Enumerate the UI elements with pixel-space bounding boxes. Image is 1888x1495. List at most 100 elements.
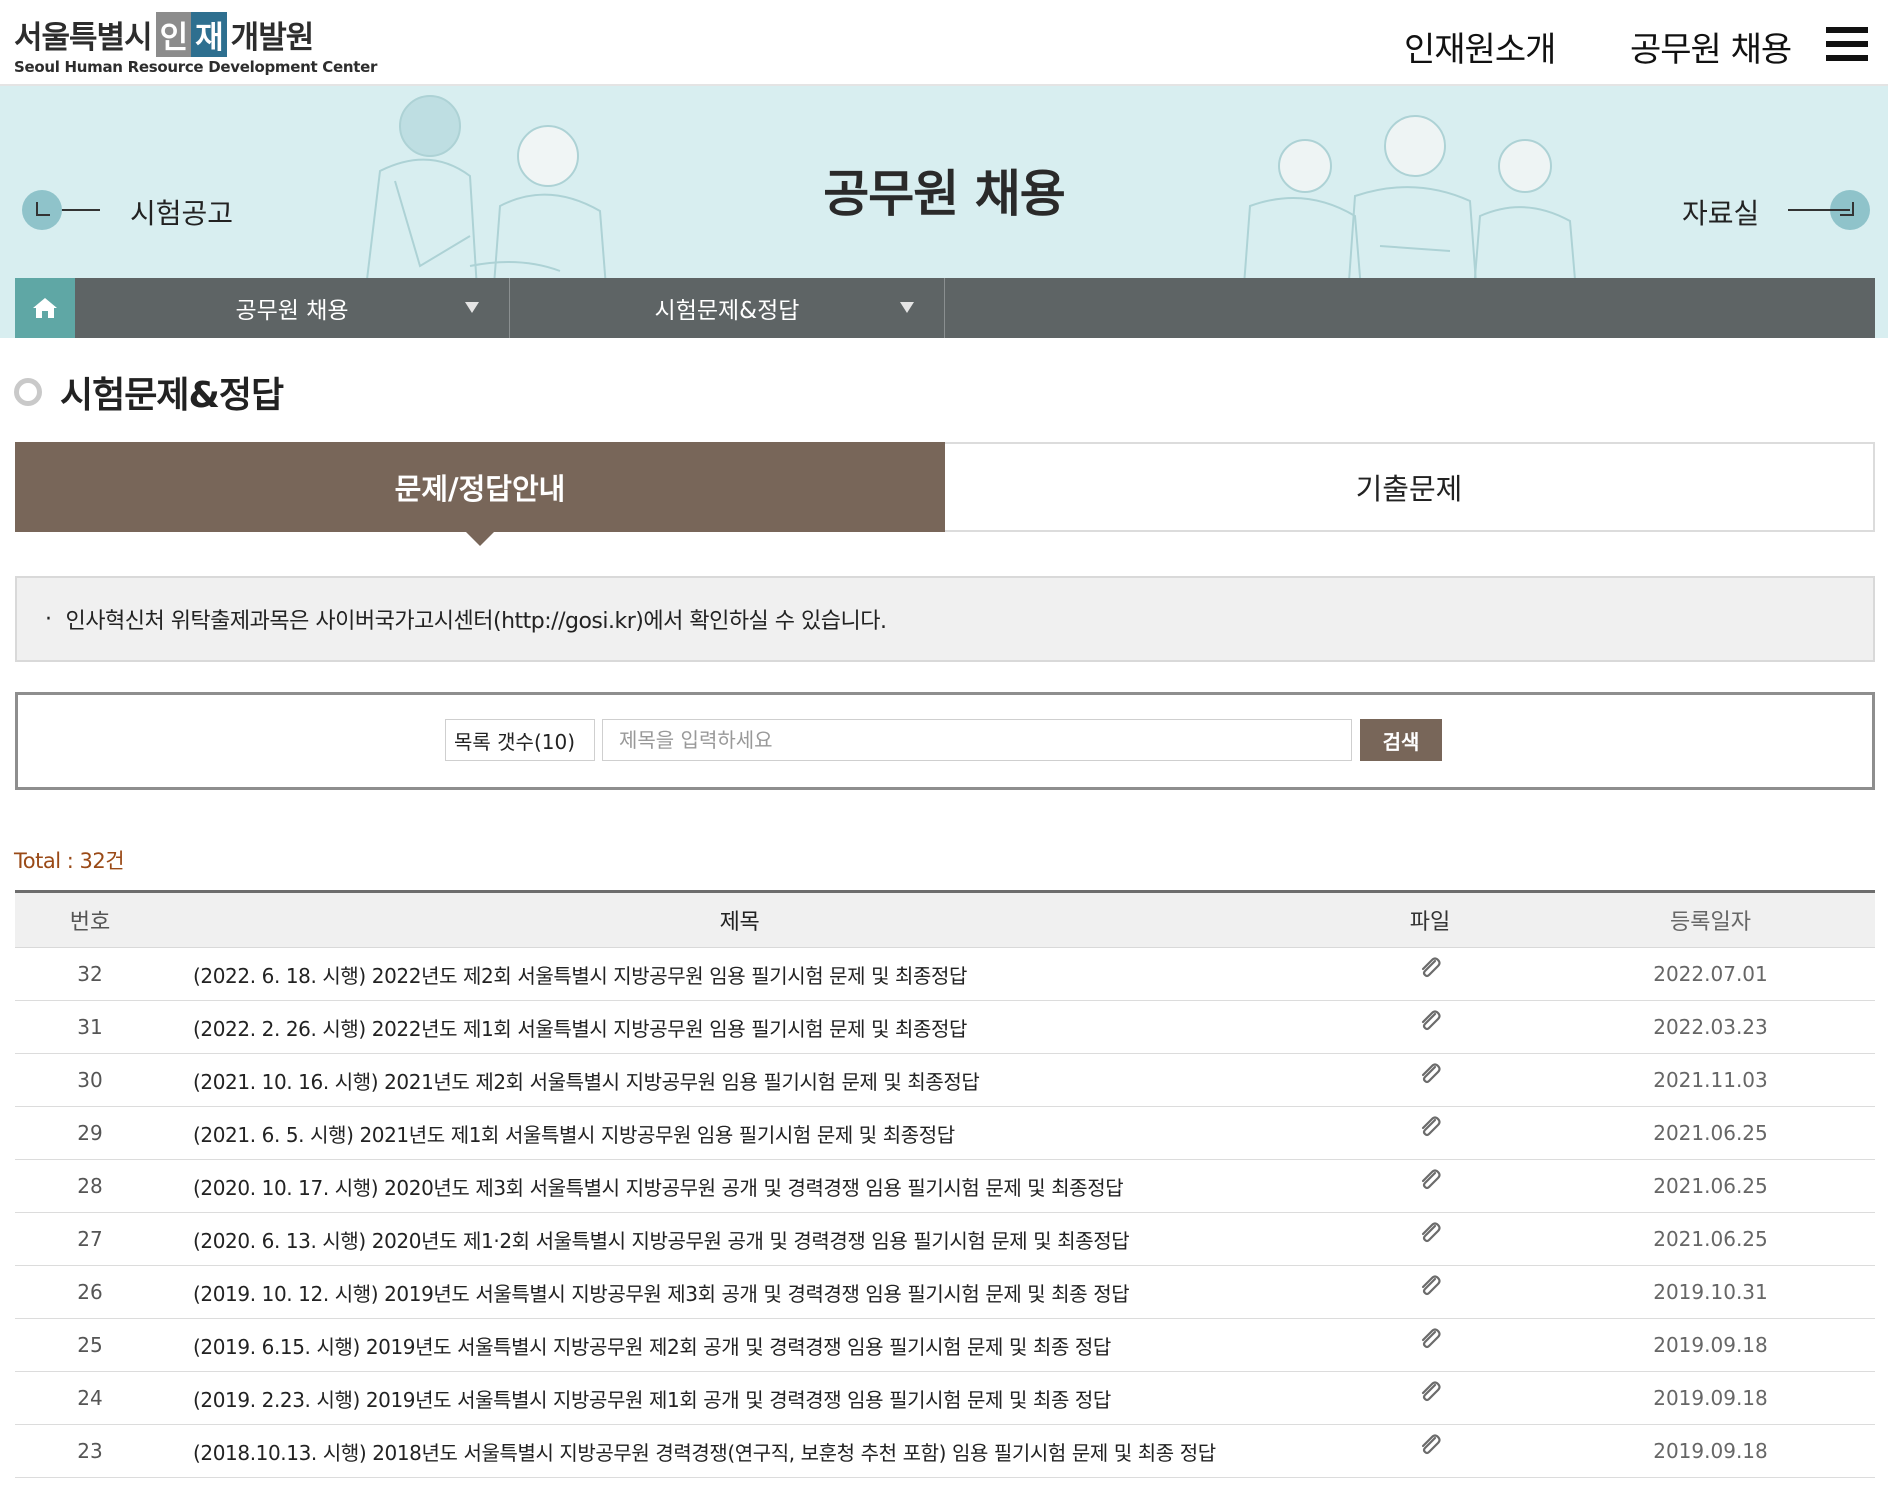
caret-down-icon <box>900 302 914 313</box>
breadcrumb-label: 공무원 채용 <box>235 298 349 324</box>
row-file <box>1314 1063 1546 1092</box>
row-number: 25 <box>77 1333 103 1357</box>
table-row: 26 (2019. 10. 12. 시행) 2019년도 서울특별시 지방공무원… <box>15 1266 1875 1319</box>
notice-box: · 인사혁신처 위탁출제과목은 사이버국가고시센터(http://gosi.kr… <box>15 576 1875 662</box>
search-button[interactable]: 검색 <box>1360 719 1442 761</box>
paperclip-icon[interactable] <box>1417 1061 1443 1092</box>
table-row: 27 (2020. 6. 13. 시행) 2020년도 제1·2회 서울특별시 … <box>15 1213 1875 1266</box>
row-title-link[interactable]: (2020. 6. 13. 시행) 2020년도 제1·2회 서울특별시 지방공… <box>165 1225 1314 1254</box>
list-count-select[interactable]: 목록 갯수(10) <box>445 719 595 761</box>
prev-page-label[interactable]: 시험공고 <box>130 192 233 232</box>
row-date: 2021.06.25 <box>1653 1174 1768 1198</box>
logo-english: Seoul Human Resource Development Center <box>14 58 378 76</box>
row-date: 2019.10.31 <box>1653 1280 1768 1304</box>
row-number: 29 <box>77 1121 103 1145</box>
next-page-link[interactable] <box>1788 190 1870 230</box>
row-date: 2022.07.01 <box>1653 962 1768 986</box>
exam-list-table: 번호 제목 파일 등록일자 32 (2022. 6. 18. 시행) 2022년… <box>15 890 1875 1478</box>
row-number: 31 <box>77 1015 103 1039</box>
row-number: 27 <box>77 1227 103 1251</box>
site-header: 서울특별시 인 재 개발원 Seoul Human Resource Devel… <box>0 0 1888 86</box>
row-number: 26 <box>77 1280 103 1304</box>
header-no: 번호 <box>69 910 111 935</box>
tab-past-exams[interactable]: 기출문제 <box>945 442 1875 532</box>
hamburger-menu-icon[interactable] <box>1826 27 1868 61</box>
row-title-link[interactable]: (2020. 10. 17. 시행) 2020년도 제3회 서울특별시 지방공무… <box>165 1172 1314 1201</box>
nav-link-recruit[interactable]: 공무원 채용 <box>1630 22 1792 71</box>
prev-page-link[interactable] <box>22 190 100 230</box>
paperclip-icon[interactable] <box>1417 1114 1443 1145</box>
logo-text-b: 인 <box>155 11 192 57</box>
table-header: 번호 제목 파일 등록일자 <box>15 893 1875 948</box>
search-input[interactable] <box>602 719 1352 761</box>
logo-korean: 서울특별시 인 재 개발원 <box>14 11 377 57</box>
home-button[interactable] <box>15 278 75 338</box>
next-page-label[interactable]: 자료실 <box>1682 192 1759 232</box>
page-title-wrap: 시험문제&정답 <box>14 366 284 418</box>
row-title-link[interactable]: (2022. 6. 18. 시행) 2022년도 제2회 서울특별시 지방공무원… <box>165 960 1314 989</box>
total-count: Total : 32건 <box>14 849 125 873</box>
row-file <box>1314 1222 1546 1251</box>
row-file <box>1314 1169 1546 1198</box>
notice-text: 인사혁신처 위탁출제과목은 사이버국가고시센터(http://gosi.kr)에… <box>65 609 887 634</box>
table-row: 25 (2019. 6.15. 시행) 2019년도 서울특별시 지방공무원 제… <box>15 1319 1875 1372</box>
page-title: 시험문제&정답 <box>60 375 284 416</box>
notice-bullet: · <box>45 606 52 632</box>
paperclip-icon[interactable] <box>1417 955 1443 986</box>
header-title: 제목 <box>719 910 760 935</box>
tab-guide[interactable]: 문제/정답안내 <box>15 442 945 546</box>
row-file <box>1314 1328 1546 1357</box>
ring-bullet-icon <box>14 378 42 406</box>
paperclip-icon[interactable] <box>1417 1326 1443 1357</box>
row-date: 2022.03.23 <box>1653 1015 1768 1039</box>
row-number: 23 <box>77 1439 103 1463</box>
row-title-link[interactable]: (2019. 6.15. 시행) 2019년도 서울특별시 지방공무원 제2회 … <box>165 1331 1314 1360</box>
row-title-link[interactable]: (2021. 6. 5. 시행) 2021년도 제1회 서울특별시 지방공무원 … <box>165 1119 1314 1148</box>
row-number: 24 <box>77 1386 103 1410</box>
table-row: 23 (2018.10.13. 시행) 2018년도 서울특별시 지방공무원 경… <box>15 1425 1875 1478</box>
paperclip-icon[interactable] <box>1417 1167 1443 1198</box>
table-row: 28 (2020. 10. 17. 시행) 2020년도 제3회 서울특별시 지… <box>15 1160 1875 1213</box>
paperclip-icon[interactable] <box>1417 1379 1443 1410</box>
header-date: 등록일자 <box>1670 910 1751 935</box>
logo-text-a: 서울특별시 <box>14 19 153 56</box>
nav-link-intro[interactable]: 인재원소개 <box>1404 22 1556 71</box>
table-row: 32 (2022. 6. 18. 시행) 2022년도 제2회 서울특별시 지방… <box>15 948 1875 1001</box>
row-file <box>1314 1116 1546 1145</box>
row-title-link[interactable]: (2022. 2. 26. 시행) 2022년도 제1회 서울특별시 지방공무원… <box>165 1013 1314 1042</box>
breadcrumb: 공무원 채용 시험문제&정답 <box>15 278 1875 338</box>
logo-text-d: 개발원 <box>230 19 315 56</box>
site-logo[interactable]: 서울특별시 인 재 개발원 Seoul Human Resource Devel… <box>14 11 378 76</box>
row-file <box>1314 1381 1546 1410</box>
row-number: 32 <box>77 962 103 986</box>
row-number: 28 <box>77 1174 103 1198</box>
content-tabs: 문제/정답안내 기출문제 <box>15 442 1875 546</box>
row-date: 2019.09.18 <box>1653 1333 1768 1357</box>
logo-text-c: 재 <box>191 11 227 57</box>
paperclip-icon[interactable] <box>1417 1273 1443 1304</box>
table-row: 29 (2021. 6. 5. 시행) 2021년도 제1회 서울특별시 지방공… <box>15 1107 1875 1160</box>
row-title-link[interactable]: (2019. 10. 12. 시행) 2019년도 서울특별시 지방공무원 제3… <box>165 1278 1314 1307</box>
row-file <box>1314 1434 1546 1463</box>
row-title-link[interactable]: (2021. 10. 16. 시행) 2021년도 제2회 서울특별시 지방공무… <box>165 1066 1314 1095</box>
header-file: 파일 <box>1409 910 1451 935</box>
breadcrumb-dropdown-recruit[interactable]: 공무원 채용 <box>75 278 510 338</box>
table-row: 30 (2021. 10. 16. 시행) 2021년도 제2회 서울특별시 지… <box>15 1054 1875 1107</box>
row-date: 2021.06.25 <box>1653 1121 1768 1145</box>
home-icon <box>33 298 57 318</box>
row-date: 2021.06.25 <box>1653 1227 1768 1251</box>
row-date: 2019.09.18 <box>1653 1439 1768 1463</box>
breadcrumb-dropdown-exam[interactable]: 시험문제&정답 <box>510 278 945 338</box>
arrow-left-icon <box>22 190 62 230</box>
paperclip-icon[interactable] <box>1417 1220 1443 1251</box>
banner-title: 공무원 채용 <box>823 165 1065 223</box>
table-body: 32 (2022. 6. 18. 시행) 2022년도 제2회 서울특별시 지방… <box>15 948 1875 1478</box>
row-title-link[interactable]: (2019. 2.23. 시행) 2019년도 서울특별시 지방공무원 제1회 … <box>165 1384 1314 1413</box>
search-panel: 목록 갯수(10) 검색 <box>15 692 1875 790</box>
table-row: 24 (2019. 2.23. 시행) 2019년도 서울특별시 지방공무원 제… <box>15 1372 1875 1425</box>
breadcrumb-label: 시험문제&정답 <box>654 298 800 324</box>
paperclip-icon[interactable] <box>1417 1008 1443 1039</box>
row-title-link[interactable]: (2018.10.13. 시행) 2018년도 서울특별시 지방공무원 경력경쟁… <box>165 1437 1314 1466</box>
row-file <box>1314 1275 1546 1304</box>
paperclip-icon[interactable] <box>1417 1432 1443 1463</box>
